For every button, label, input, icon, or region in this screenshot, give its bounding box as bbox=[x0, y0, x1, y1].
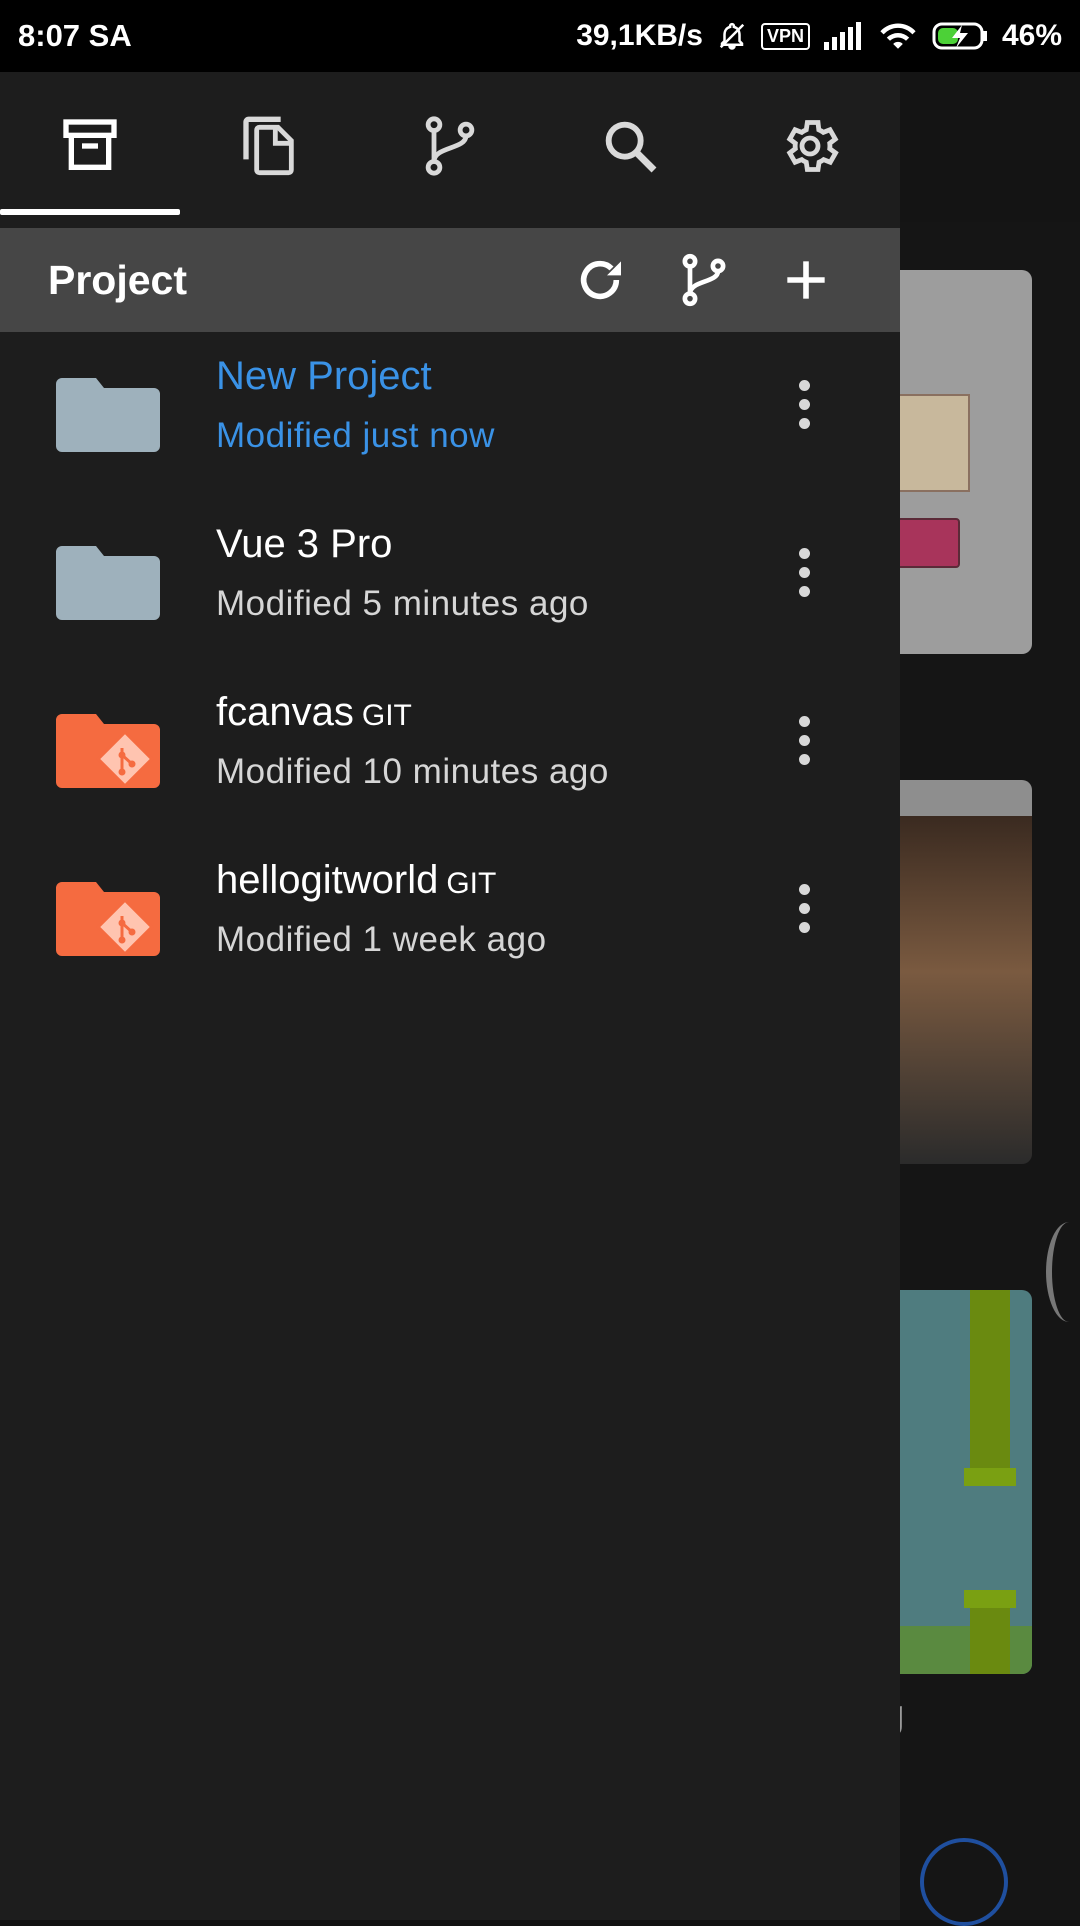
plus-icon bbox=[787, 261, 825, 299]
tab-projects[interactable] bbox=[0, 72, 180, 220]
git-clone-button[interactable] bbox=[672, 248, 736, 312]
list-item[interactable]: Vue 3 Pro Modified 5 minutes ago bbox=[0, 500, 900, 668]
tab-files[interactable] bbox=[180, 72, 360, 220]
background-card-image bbox=[970, 1600, 1010, 1674]
active-tab-indicator bbox=[0, 209, 180, 215]
project-header: Project bbox=[0, 228, 900, 332]
refresh-icon bbox=[580, 260, 621, 300]
folder-icon bbox=[56, 546, 160, 620]
gear-icon bbox=[786, 120, 839, 172]
project-modified: Modified 10 minutes ago bbox=[216, 752, 609, 791]
list-item[interactable]: New Project Modified just now bbox=[0, 332, 900, 500]
project-modified: Modified 1 week ago bbox=[216, 920, 547, 959]
battery-charging-icon bbox=[932, 21, 988, 51]
scroll-handle[interactable] bbox=[1046, 1222, 1080, 1322]
tab-git[interactable] bbox=[360, 72, 540, 220]
git-badge: GIT bbox=[361, 699, 412, 732]
status-icons: 39,1KB/s VPN 46% bbox=[576, 19, 1062, 53]
more-options-button[interactable] bbox=[776, 872, 832, 944]
project-modified: Modified 5 minutes ago bbox=[216, 584, 589, 623]
status-time: 8:07 SA bbox=[18, 18, 132, 53]
add-project-button[interactable] bbox=[774, 248, 838, 312]
git-folder-icon bbox=[56, 714, 160, 788]
page-title: Project bbox=[48, 257, 187, 303]
folder-icon bbox=[56, 378, 160, 452]
status-bar: 8:07 SA 39,1KB/s VPN 46% bbox=[0, 0, 1080, 72]
drawer-tab-bar bbox=[0, 72, 900, 228]
project-modified: Modified just now bbox=[216, 416, 495, 455]
list-item[interactable]: hellogitworld GIT Modified 1 week ago bbox=[0, 836, 900, 1004]
tab-settings[interactable] bbox=[720, 72, 900, 220]
bell-off-icon bbox=[717, 20, 747, 52]
archive-icon bbox=[63, 119, 117, 170]
git-branch-icon bbox=[425, 116, 475, 176]
background-card-image bbox=[964, 1590, 1016, 1608]
project-name: hellogitworld GIT bbox=[216, 858, 497, 902]
wifi-icon bbox=[878, 20, 918, 52]
project-name: New Project bbox=[216, 354, 432, 398]
tab-search[interactable] bbox=[540, 72, 720, 220]
project-name: Vue 3 Pro bbox=[216, 522, 393, 566]
network-speed: 39,1KB/s bbox=[576, 19, 703, 52]
more-options-button[interactable] bbox=[776, 536, 832, 608]
git-branch-icon bbox=[682, 253, 726, 307]
more-options-button[interactable] bbox=[776, 704, 832, 776]
git-folder-icon bbox=[56, 882, 160, 956]
signal-icon bbox=[823, 22, 864, 50]
list-item[interactable]: fcanvas GIT Modified 10 minutes ago bbox=[0, 668, 900, 836]
background-logo bbox=[920, 1838, 1008, 1926]
navigation-drawer: Project New Project Modified just now Vu… bbox=[0, 72, 900, 1920]
git-badge: GIT bbox=[446, 867, 497, 900]
refresh-button[interactable] bbox=[568, 248, 632, 312]
project-name: fcanvas GIT bbox=[216, 690, 412, 734]
background-card-image bbox=[970, 1290, 1010, 1478]
background-card-image bbox=[964, 1468, 1016, 1486]
files-icon bbox=[243, 116, 294, 176]
search-icon bbox=[605, 121, 657, 173]
more-options-button[interactable] bbox=[776, 368, 832, 440]
battery-level: 46% bbox=[1001, 19, 1062, 52]
vpn-badge: VPN bbox=[760, 22, 810, 50]
